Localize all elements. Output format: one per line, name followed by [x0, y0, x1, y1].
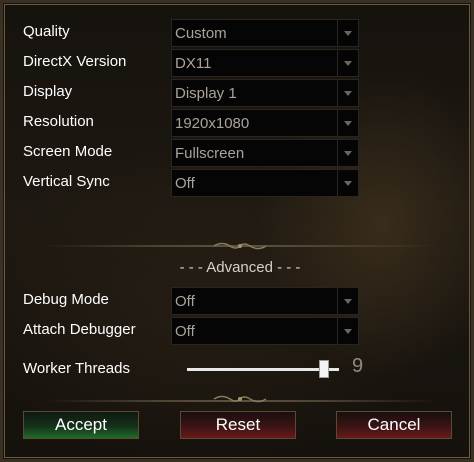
scroll-ornament-icon	[213, 395, 267, 403]
quality-value: Custom	[175, 25, 227, 42]
worker-threads-value: 9	[352, 355, 364, 377]
setting-row-directx-version: DirectX Version DX11	[23, 49, 363, 77]
debug-mode-label: Debug Mode	[23, 291, 109, 308]
screen-mode-select[interactable]: Fullscreen	[171, 139, 359, 167]
vertical-sync-select[interactable]: Off	[171, 169, 359, 197]
setting-row-attach-debugger: Attach Debugger Off	[23, 317, 363, 345]
setting-row-quality: Quality Custom	[23, 19, 363, 47]
scroll-ornament-icon	[213, 242, 267, 250]
accept-button[interactable]: Accept	[23, 411, 139, 439]
resolution-label: Resolution	[23, 113, 94, 130]
vertical-sync-label: Vertical Sync	[23, 173, 110, 190]
cancel-button[interactable]: Cancel	[336, 411, 452, 439]
debug-mode-value: Off	[175, 293, 195, 310]
directx-version-select[interactable]: DX11	[171, 49, 359, 77]
debug-mode-select[interactable]: Off	[171, 287, 359, 315]
display-select[interactable]: Display 1	[171, 79, 359, 107]
chevron-down-icon[interactable]	[337, 20, 358, 46]
screen-mode-value: Fullscreen	[175, 145, 245, 162]
chevron-down-icon[interactable]	[337, 80, 358, 106]
quality-label: Quality	[23, 23, 70, 40]
resolution-value: 1920x1080	[175, 115, 250, 132]
chevron-down-icon[interactable]	[337, 140, 358, 166]
setting-row-screen-mode: Screen Mode Fullscreen	[23, 139, 363, 167]
attach-debugger-label: Attach Debugger	[23, 321, 136, 338]
vertical-sync-value: Off	[175, 175, 195, 192]
directx-version-value: DX11	[175, 55, 212, 72]
chevron-down-icon[interactable]	[337, 170, 358, 196]
attach-debugger-value: Off	[175, 323, 195, 340]
chevron-down-icon[interactable]	[337, 110, 358, 136]
worker-threads-label: Worker Threads	[23, 360, 130, 377]
screen-mode-label: Screen Mode	[23, 143, 113, 160]
chevron-down-icon[interactable]	[337, 288, 358, 314]
directx-version-label: DirectX Version	[23, 53, 127, 70]
reset-button[interactable]: Reset	[180, 411, 296, 439]
resolution-select[interactable]: 1920x1080	[171, 109, 359, 137]
worker-threads-slider-handle[interactable]	[318, 360, 329, 378]
advanced-section-title: - - - Advanced - - -	[179, 259, 301, 276]
worker-threads-slider-track[interactable]	[187, 368, 339, 371]
setting-row-display: Display Display 1	[23, 79, 363, 107]
chevron-down-icon[interactable]	[337, 50, 358, 76]
graphics-settings-dialog: Quality Custom DirectX Version DX11 Disp…	[0, 0, 474, 462]
attach-debugger-select[interactable]: Off	[171, 317, 359, 345]
display-value: Display 1	[175, 85, 237, 102]
setting-row-resolution: Resolution 1920x1080	[23, 109, 363, 137]
display-label: Display	[23, 83, 73, 100]
chevron-down-icon[interactable]	[337, 318, 358, 344]
quality-select[interactable]: Custom	[171, 19, 359, 47]
setting-row-vertical-sync: Vertical Sync Off	[23, 169, 363, 197]
setting-row-debug-mode: Debug Mode Off	[23, 287, 363, 315]
